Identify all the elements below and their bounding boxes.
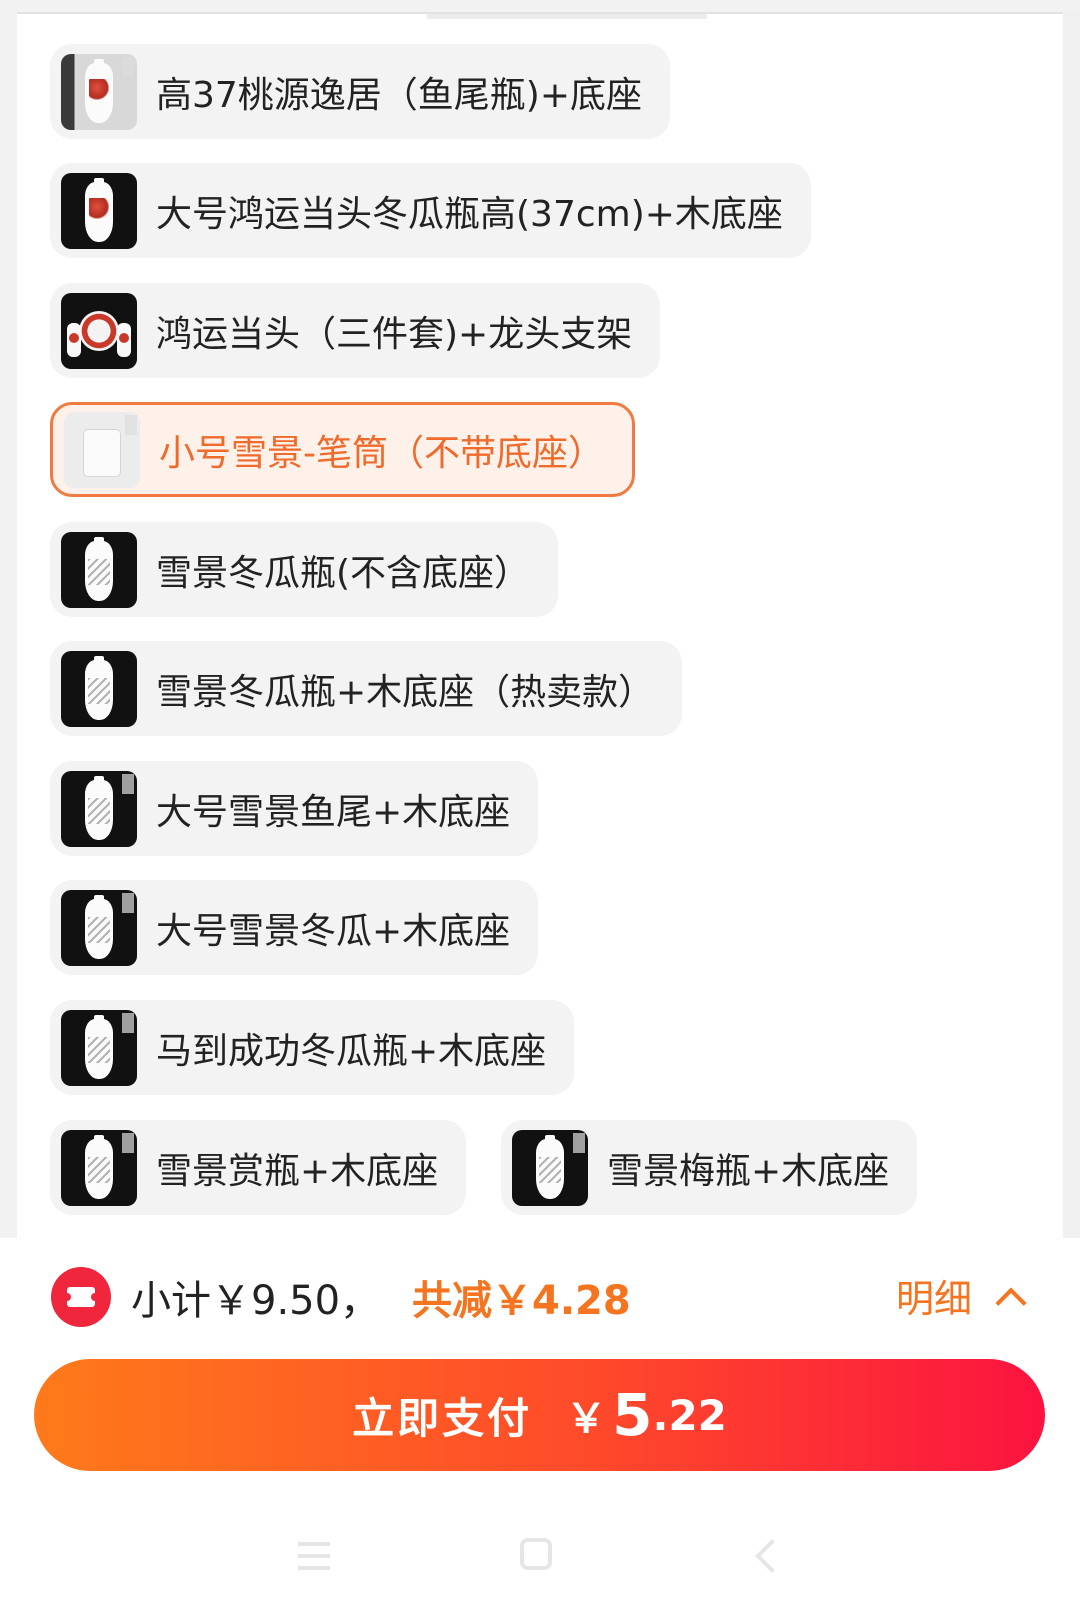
pay-currency: ￥: [566, 1396, 607, 1442]
sheet-divider: [427, 14, 707, 19]
sku-option-label: 大号雪景冬瓜+木底座: [156, 910, 511, 952]
sku-option-label: 雪景梅瓶+木底座: [607, 1150, 890, 1192]
pay-amount-decimal: .22: [652, 1390, 727, 1440]
checkout-footer: 小计￥9.50， 共减￥4.28 明细 立即支付 ￥ 5 .22: [0, 1238, 1080, 1623]
large-fishtail-vase-thumbnail: [61, 770, 137, 847]
sku-option-label: 高37桃源逸居（鱼尾瓶)+底座: [156, 74, 643, 116]
pay-now-label: 立即支付: [352, 1393, 533, 1443]
sku-option-label: 小号雪景-笔筒（不带底座）: [159, 432, 604, 474]
sku-option[interactable]: 马到成功冬瓜瓶+木底座: [50, 1000, 575, 1095]
sku-option-label: 雪景冬瓜瓶+木底座（热卖款）: [156, 671, 655, 713]
sku-option[interactable]: 大号鸿运当头冬瓜瓶高(37cm)+木底座: [50, 163, 811, 258]
back-icon[interactable]: [755, 1539, 789, 1573]
coupon-icon: [51, 1267, 111, 1327]
sku-option-label: 大号鸿运当头冬瓜瓶高(37cm)+木底座: [156, 193, 783, 235]
sku-option[interactable]: 大号雪景鱼尾+木底座: [50, 761, 539, 856]
horse-vase-thumbnail: [61, 1009, 137, 1086]
pay-amount-integer: 5: [612, 1381, 653, 1449]
sku-option[interactable]: 雪景冬瓜瓶+木底座（热卖款）: [50, 641, 683, 736]
menu-icon[interactable]: [298, 1542, 330, 1570]
plum-vase-thumbnail: [512, 1129, 588, 1206]
three-piece-set-thumbnail: [61, 292, 137, 369]
sku-option[interactable]: 雪景冬瓜瓶(不含底座）: [50, 522, 559, 617]
chevron-up-icon[interactable]: [995, 1287, 1027, 1319]
red-vase-thumbnail: [61, 172, 137, 249]
sku-option[interactable]: 鸿运当头（三件套)+龙头支架: [50, 283, 661, 378]
snow-vase-stand-thumbnail: [61, 650, 137, 727]
sku-option-label: 雪景冬瓜瓶(不含底座）: [156, 552, 531, 594]
sku-option-selected[interactable]: 小号雪景-笔筒（不带底座）: [50, 402, 635, 497]
fishtail-vase-thumbnail: [61, 53, 137, 130]
system-nav-bar: [0, 1538, 1080, 1623]
brush-pot-thumbnail: [64, 411, 140, 488]
sku-option[interactable]: 大号雪景冬瓜+木底座: [50, 880, 539, 975]
subtotal-text: 小计￥9.50，: [131, 1278, 381, 1324]
sku-option-label: 鸿运当头（三件套)+龙头支架: [156, 313, 633, 355]
pay-now-button[interactable]: 立即支付 ￥ 5 .22: [34, 1359, 1045, 1471]
sku-option[interactable]: 雪景赏瓶+木底座: [50, 1120, 467, 1215]
detail-toggle[interactable]: 明细: [896, 1268, 972, 1323]
sku-option-label: 大号雪景鱼尾+木底座: [156, 791, 511, 833]
sku-options-panel: 高37桃源逸居（鱼尾瓶)+底座 大号鸿运当头冬瓜瓶高(37cm)+木底座 鸿运当…: [17, 12, 1063, 1240]
home-icon[interactable]: [520, 1538, 552, 1570]
sku-option[interactable]: 雪景梅瓶+木底座: [501, 1120, 918, 1215]
snow-vase-thumbnail: [61, 531, 137, 608]
sku-option-label: 马到成功冬瓜瓶+木底座: [156, 1030, 547, 1072]
appreciation-vase-thumbnail: [61, 1129, 137, 1206]
discount-text: 共减￥4.28: [412, 1278, 631, 1324]
large-snow-vase-thumbnail: [61, 889, 137, 966]
sku-option-label: 雪景赏瓶+木底座: [156, 1150, 439, 1192]
scroll-gutter: [1063, 12, 1080, 1238]
sku-option[interactable]: 高37桃源逸居（鱼尾瓶)+底座: [50, 44, 671, 139]
